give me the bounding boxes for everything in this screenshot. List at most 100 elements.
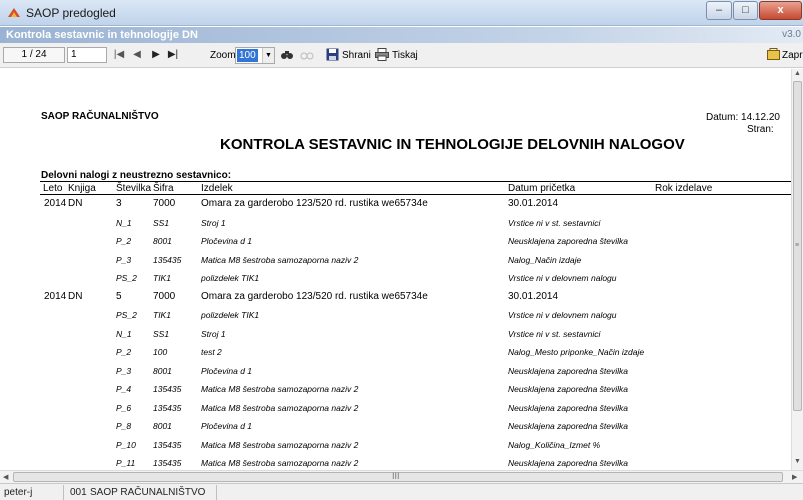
zoom-select[interactable]: 100 ▼ bbox=[235, 47, 275, 64]
close-button[interactable]: Zapri bbox=[782, 50, 803, 61]
cell-datum: Neusklajena zaporedna številka bbox=[508, 402, 629, 413]
cell-izdelek: Matica M8 šestroba samozaporna naziv 2 bbox=[201, 402, 359, 413]
scroll-right-icon[interactable]: ▶ bbox=[792, 473, 797, 481]
vertical-scroll-thumb[interactable]: ≡ bbox=[793, 81, 802, 411]
header-stevilka: Številka bbox=[116, 183, 152, 194]
cell-sifra: 135435 bbox=[153, 402, 182, 413]
cell-datum: Vrstice ni v delovnem nalogu bbox=[508, 273, 617, 283]
grip-icon: III bbox=[392, 471, 400, 481]
page-counter: 1 / 24 bbox=[3, 47, 65, 63]
version-label: v3.0 bbox=[782, 29, 801, 40]
scroll-left-icon[interactable]: ◀ bbox=[3, 473, 8, 481]
prev-page-icon[interactable]: ◀ bbox=[131, 48, 143, 62]
horizontal-scroll-thumb[interactable]: III bbox=[13, 471, 783, 482]
page-label: Stran: bbox=[747, 124, 774, 135]
next-page-icon[interactable]: ▶ bbox=[150, 48, 162, 62]
cell-datum: Neusklajena zaporedna številka bbox=[508, 458, 629, 468]
cell-izdelek: Pločevina d 1 bbox=[201, 365, 253, 376]
header-datum-pricetka: Datum pričetka bbox=[508, 183, 576, 194]
window-title: SAOP predogled bbox=[26, 6, 116, 20]
report-preview[interactable]: SAOP RAČUNALNIŠTVO Datum: 14.12.20 Stran… bbox=[0, 69, 791, 470]
cell-datum: Neusklajena zaporedna številka bbox=[508, 236, 629, 246]
cell-datum: 30.01.2014 bbox=[508, 198, 559, 209]
header-rok-izdelave: Rok izdelave bbox=[655, 183, 713, 194]
cell-izdelek: Stroj 1 bbox=[201, 328, 226, 339]
cell-sifra: 8001 bbox=[153, 236, 172, 246]
header-sifra: Šifra bbox=[153, 183, 174, 194]
header-leto: Leto bbox=[43, 183, 63, 194]
cell-izdelek: Omara za garderobo 123/520 rd. rustika w… bbox=[201, 198, 428, 209]
save-button[interactable]: Shrani bbox=[342, 50, 371, 61]
cell-stevilka: PS_2 bbox=[116, 310, 137, 320]
find-next-icon[interactable] bbox=[300, 48, 314, 62]
scroll-down-icon[interactable]: ▼ bbox=[794, 458, 801, 465]
cell-knjiga: DN bbox=[68, 198, 83, 209]
cell-stevilka: P_11 bbox=[116, 458, 136, 468]
cell-sifra: 8001 bbox=[153, 365, 172, 376]
exit-icon[interactable] bbox=[766, 48, 780, 62]
cell-izdelek: polizdelek TIK1 bbox=[201, 310, 260, 320]
print-button[interactable]: Tiskaj bbox=[392, 50, 418, 61]
status-bar: peter-j 001 SAOP RAČUNALNIŠTVO bbox=[0, 483, 803, 500]
last-page-icon[interactable]: ▶| bbox=[167, 48, 179, 62]
status-divider bbox=[63, 485, 64, 500]
cell-sifra: 7000 bbox=[153, 198, 176, 209]
cell-izdelek: Pločevina d 1 bbox=[201, 236, 253, 246]
cell-datum: 30.01.2014 bbox=[508, 290, 559, 302]
cell-sifra: 135435 bbox=[153, 458, 182, 468]
table-header-rule bbox=[40, 194, 791, 195]
cell-stevilka: P_8 bbox=[116, 421, 132, 431]
cell-sifra: 100 bbox=[153, 347, 168, 357]
cell-izdelek: Omara za garderobo 123/520 rd. rustika w… bbox=[201, 290, 428, 302]
cell-sifra: 7000 bbox=[153, 290, 176, 302]
chevron-down-icon[interactable]: ▼ bbox=[262, 48, 274, 63]
window-titlebar: SAOP predogled – □ x bbox=[0, 0, 803, 26]
close-window-button[interactable]: x bbox=[759, 1, 802, 20]
cell-stevilka: P_3 bbox=[116, 254, 132, 265]
printer-icon[interactable] bbox=[375, 48, 389, 62]
cell-datum: Vrstice ni v delovnem nalogu bbox=[508, 310, 617, 320]
cell-datum: Neusklajena zaporedna številka bbox=[508, 421, 629, 431]
page-number-input[interactable]: 1 bbox=[67, 47, 107, 63]
cell-sifra: 135435 bbox=[153, 254, 182, 265]
horizontal-scrollbar[interactable]: ◀ III ▶ bbox=[0, 470, 803, 483]
status-user: peter-j bbox=[4, 487, 33, 498]
status-company-code: 001 bbox=[70, 487, 87, 498]
header-knjiga: Knjiga bbox=[68, 183, 96, 194]
cell-izdelek: test 2 bbox=[201, 347, 222, 357]
status-divider bbox=[216, 485, 217, 500]
cell-izdelek: Matica M8 šestroba samozaporna naziv 2 bbox=[201, 254, 359, 265]
cell-datum: Nalog_Količina_Izmet % bbox=[508, 439, 601, 450]
cell-sifra: TIK1 bbox=[153, 310, 171, 320]
cell-datum: Neusklajena zaporedna številka bbox=[508, 384, 629, 394]
cell-sifra: 135435 bbox=[153, 439, 182, 450]
cell-izdelek: Matica M8 šestroba samozaporna naziv 2 bbox=[201, 439, 359, 450]
vertical-scrollbar[interactable]: ▲ ≡ ▼ bbox=[791, 69, 803, 470]
page-title: KONTROLA SESTAVNIC IN TEHNOLOGIJE DELOVN… bbox=[220, 136, 685, 153]
cell-stevilka: 3 bbox=[116, 198, 122, 209]
cell-izdelek: Matica M8 šestroba samozaporna naziv 2 bbox=[201, 384, 359, 394]
report-date: Datum: 14.12.20 bbox=[706, 112, 780, 123]
cell-datum: Vrstice ni v st. sestavnici bbox=[508, 328, 601, 339]
cell-leto: 2014 bbox=[44, 290, 67, 302]
cell-knjiga: DN bbox=[68, 290, 83, 302]
cell-izdelek: polizdelek TIK1 bbox=[201, 273, 260, 283]
find-icon[interactable] bbox=[280, 48, 294, 62]
scroll-up-icon[interactable]: ▲ bbox=[794, 70, 801, 77]
minimize-button[interactable]: – bbox=[706, 1, 732, 20]
cell-sifra: 135435 bbox=[153, 384, 182, 394]
cell-leto: 2014 bbox=[44, 198, 67, 209]
cell-datum: Nalog_Način izdaje bbox=[508, 254, 582, 265]
cell-stevilka: P_4 bbox=[116, 384, 132, 394]
maximize-button[interactable]: □ bbox=[733, 1, 758, 20]
cell-stevilka: P_2 bbox=[116, 347, 132, 357]
report-name: Kontrola sestavnic in tehnologije DN bbox=[6, 29, 198, 41]
save-icon[interactable] bbox=[325, 48, 339, 62]
cell-sifra: SS1 bbox=[153, 328, 170, 339]
cell-sifra: SS1 bbox=[153, 217, 170, 228]
first-page-icon[interactable]: |◀ bbox=[113, 48, 125, 62]
cell-sifra: TIK1 bbox=[153, 273, 171, 283]
cell-stevilka: P_3 bbox=[116, 365, 132, 376]
header-izdelek: Izdelek bbox=[201, 183, 233, 194]
company-name: SAOP RAČUNALNIŠTVO bbox=[41, 111, 159, 122]
